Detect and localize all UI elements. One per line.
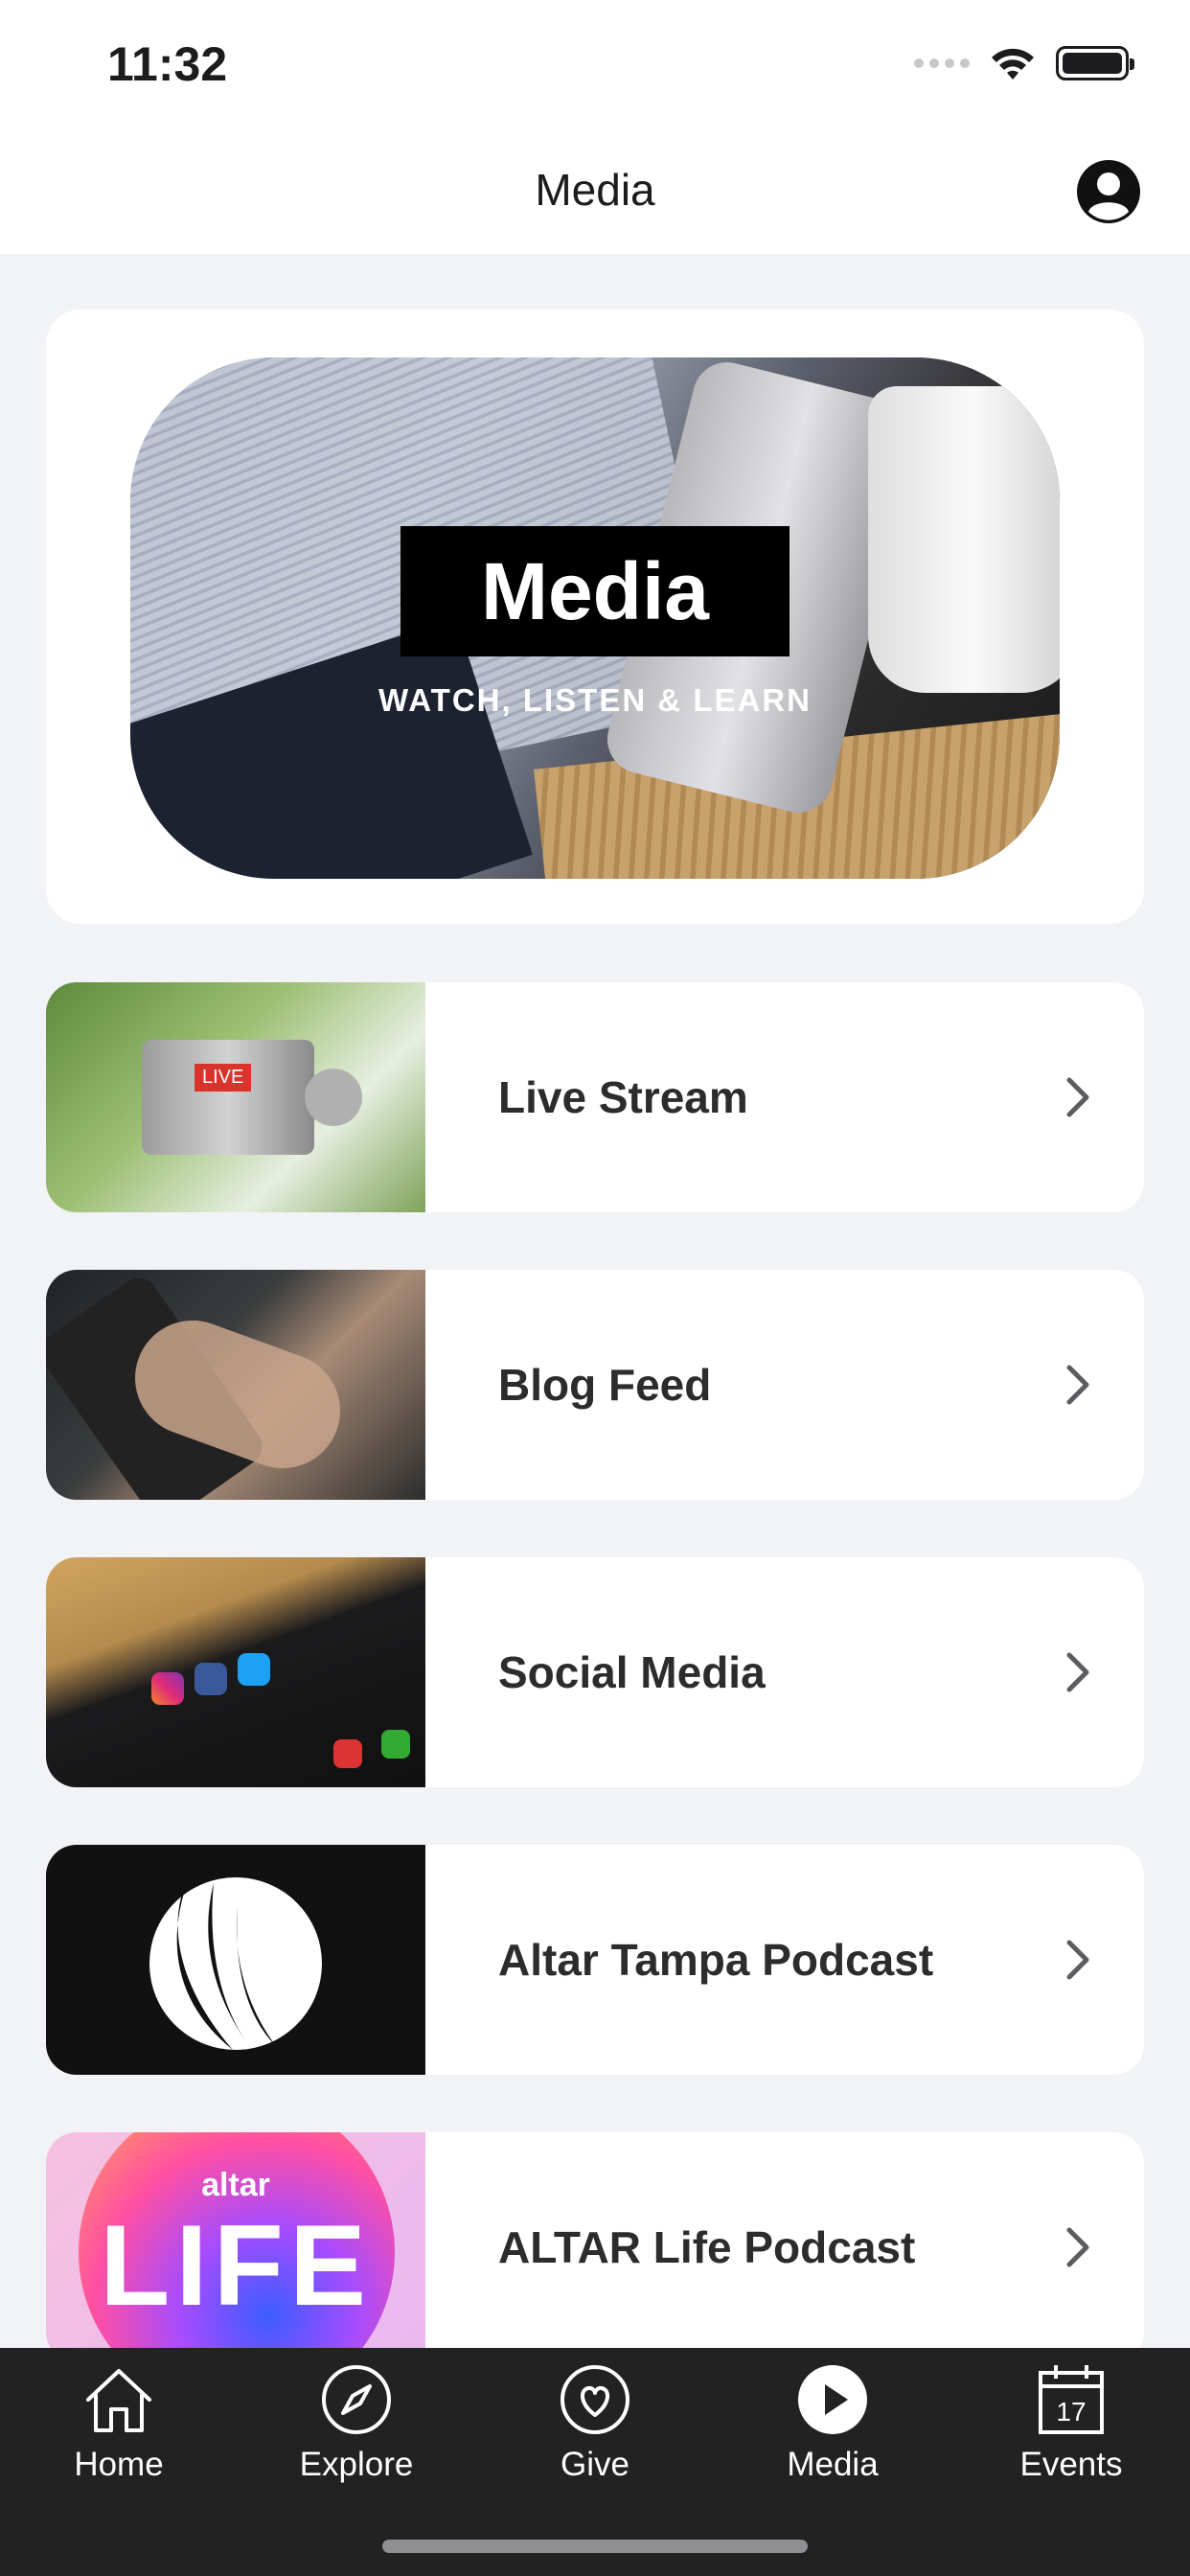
profile-button[interactable] [1075,158,1142,225]
tab-label: Explore [299,2446,414,2483]
altar-tampa-podcast-thumbnail [46,1845,425,2075]
chevron-right-icon [1066,1652,1089,1692]
chevron-right-icon [1066,1365,1089,1405]
tab-label: Give [561,2446,629,2483]
list-item-altar-life-podcast[interactable]: altar LIFE ALTAR Life Podcast [46,2132,1144,2362]
wifi-icon [992,48,1034,80]
live-badge: LIVE [195,1064,252,1092]
battery-icon [1056,46,1134,80]
status-time: 11:32 [107,37,228,91]
list-item-label: Altar Tampa Podcast [498,1935,934,1985]
play-circle-icon [798,2365,867,2434]
live-stream-thumbnail: LIVE [46,982,425,1212]
chevron-right-icon [1066,1940,1089,1980]
tab-label: Events [1019,2446,1123,2483]
cellular-signal-icon [914,58,970,68]
list-item-social-media[interactable]: Social Media [46,1557,1144,1787]
home-indicator [382,2540,808,2553]
life-logo-text: LIFE [100,2201,372,2330]
navigation-bar: Media [0,129,1190,254]
person-circle-icon [1077,160,1140,223]
tab-label: Home [74,2446,164,2483]
chevron-right-icon [1066,2227,1089,2267]
list-item-label: Blog Feed [498,1360,712,1410]
calendar-icon: 17 [1039,2365,1104,2434]
heart-circle-icon [561,2365,629,2434]
compass-icon [322,2365,391,2434]
list-item-altar-tampa-podcast[interactable]: Altar Tampa Podcast [46,1845,1144,2075]
social-media-thumbnail [46,1557,425,1787]
hero-title-box: Media [400,526,790,656]
status-bar: 11:32 [0,0,1190,129]
hero-subtitle: WATCH, LISTEN & LEARN [378,682,812,718]
list-item-label: Live Stream [498,1072,748,1122]
calendar-day-text: 17 [1056,2397,1086,2426]
tab-label: Media [787,2446,879,2483]
blog-feed-thumbnail [46,1270,425,1500]
list-item-label: ALTAR Life Podcast [498,2222,916,2272]
tab-media[interactable]: Media [714,2361,951,2515]
tab-explore[interactable]: Explore [238,2361,475,2515]
altar-flame-logo-icon [149,1864,322,2050]
house-icon [86,2369,151,2432]
list-item-label: Social Media [498,1647,766,1697]
tab-events[interactable]: 17 Events [952,2361,1190,2515]
page-title: Media [535,165,655,215]
list-item-live-stream[interactable]: LIVE Live Stream [46,982,1144,1212]
list-item-blog-feed[interactable]: Blog Feed [46,1270,1144,1500]
altar-life-podcast-thumbnail: altar LIFE [46,2132,425,2362]
status-icons [914,44,1134,82]
tab-home[interactable]: Home [0,2361,238,2515]
chevron-right-icon [1066,1077,1089,1117]
hero-title: Media [480,545,710,636]
tab-give[interactable]: Give [476,2361,714,2515]
